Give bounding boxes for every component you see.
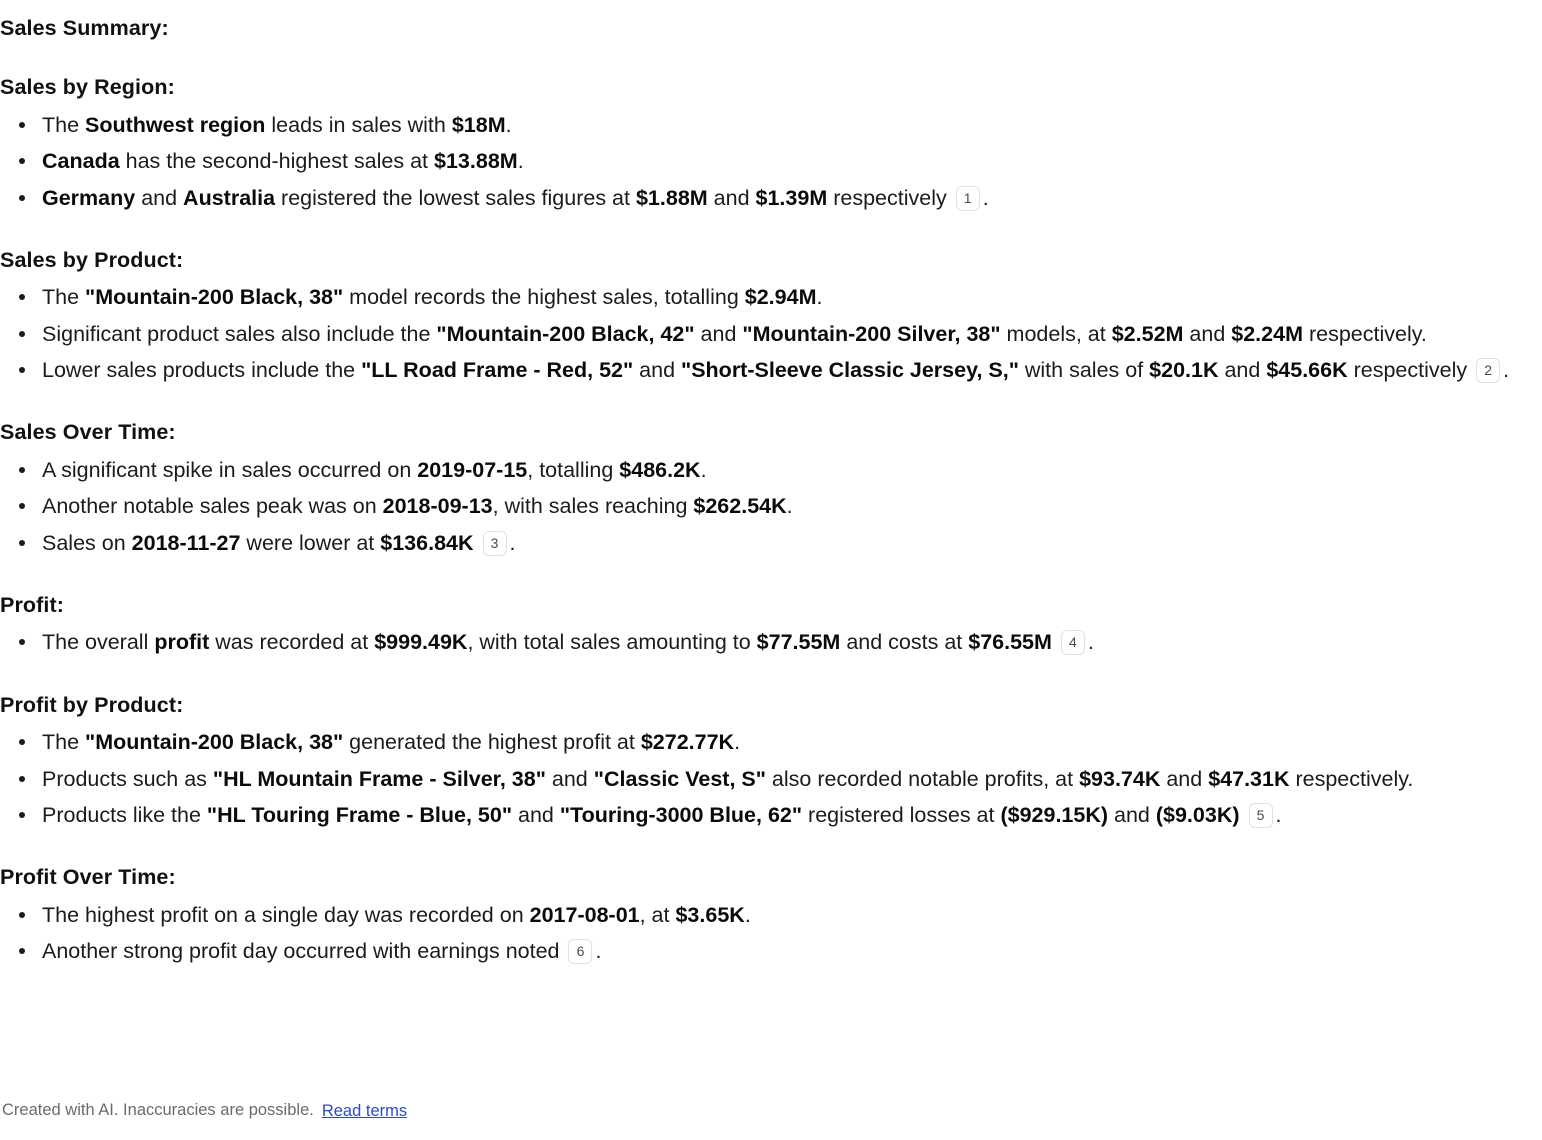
section-heading-sales-by-product: Sales by Product: [0,247,184,272]
emphasis-text: $18M [451,112,506,137]
list-item: Products such as "HL Mountain Frame - Si… [0,762,1526,796]
emphasis-text: "Touring-3000 Blue, 62" [559,802,803,827]
emphasis-text: $93.74K [1079,766,1161,791]
emphasis-text: $13.88M [434,149,518,174]
list-item: The overall profit was recorded at $999.… [0,625,1526,659]
emphasis-text: "LL Road Frame - Red, 52" [361,358,634,383]
bullet-list-sales-by-product: The "Mountain-200 Black, 38" model recor… [0,280,1526,387]
emphasis-text: $1.88M [635,185,708,210]
emphasis-text: $486.2K [619,457,701,482]
emphasis-text: ($9.03K) [1155,802,1240,827]
list-item: Lower sales products include the "LL Roa… [0,353,1526,387]
emphasis-text: "Classic Vest, S" [593,766,766,791]
footer-bar: Created with AI. Inaccuracies are possib… [0,1082,1542,1140]
summary-page: Sales Summary: Sales by Region: The South… [0,0,1542,1140]
emphasis-text: "Mountain-200 Black, 42" [436,321,695,346]
citation-badge-6[interactable]: 6 [568,939,593,965]
emphasis-text: $20.1K [1149,358,1219,383]
read-terms-link[interactable]: Read terms [322,1102,407,1121]
list-item: The highest profit on a single day was r… [0,898,1526,932]
section-profit: Profit: The overall profit was recorded a… [0,591,1526,660]
bullet-list-sales-by-region: The Southwest region leads in sales with… [0,108,1526,215]
emphasis-text: Canada [42,149,120,174]
section-heading-profit-over-time: Profit Over Time: [0,865,176,890]
emphasis-text: $262.54K [693,494,787,519]
emphasis-text: $272.77K [640,730,735,755]
list-item: Sales on 2018-11-27 were lower at $136.8… [0,526,1526,560]
list-item: Canada has the second-highest sales at $… [0,144,1526,178]
page-title: Sales Summary: [0,16,169,40]
list-item: Another notable sales peak was on 2018-0… [0,489,1526,523]
emphasis-text: "Short-Sleeve Classic Jersey, S," [681,358,1019,383]
emphasis-text: $3.65K [675,902,745,927]
emphasis-text: 2018-09-13 [382,494,493,519]
citation-badge-1[interactable]: 1 [955,185,980,211]
emphasis-text: Germany [42,185,136,210]
summary-content: Sales Summary: Sales by Region: The South… [0,0,1542,1082]
emphasis-text: "HL Mountain Frame - Silver, 38" [212,766,546,791]
section-heading-sales-over-time: Sales Over Time: [0,420,176,445]
citation-badge-5[interactable]: 5 [1248,802,1273,828]
section-heading-profit: Profit: [0,593,64,618]
emphasis-text: $76.55M [968,630,1052,655]
section-heading-profit-by-product: Profit by Product: [0,692,184,717]
section-heading-sales-by-region: Sales by Region: [0,75,175,100]
citation-badge-2[interactable]: 2 [1476,358,1501,384]
list-item: A significant spike in sales occurred on… [0,453,1526,487]
section-sales-over-time: Sales Over Time: A significant spike in s… [0,418,1526,560]
section-sales-by-region: Sales by Region: The Southwest region lea… [0,73,1526,215]
list-item: The "Mountain-200 Black, 38" model recor… [0,280,1526,314]
bullet-list-profit: The overall profit was recorded at $999.… [0,625,1526,659]
citation-badge-4[interactable]: 4 [1060,630,1085,656]
list-item: Another strong profit day occurred with … [0,934,1526,968]
citation-badge-3[interactable]: 3 [482,530,507,556]
list-item: The "Mountain-200 Black, 38" generated t… [0,725,1526,759]
section-profit-by-product: Profit by Product: The "Mountain-200 Blac… [0,691,1526,833]
emphasis-text: $47.31K [1208,766,1290,791]
bullet-list-profit-over-time: The highest profit on a single day was r… [0,898,1526,969]
list-item: Germany and Australia registered the low… [0,181,1526,215]
emphasis-text: $136.84K [380,530,474,555]
emphasis-text: ($929.15K) [1000,802,1109,827]
emphasis-text: 2017-08-01 [529,902,640,927]
section-sales-by-product: Sales by Product: The "Mountain-200 Black… [0,246,1526,388]
emphasis-text: 2019-07-15 [417,457,528,482]
emphasis-text: $999.49K [374,630,468,655]
emphasis-text: profit [154,630,210,655]
emphasis-text: "Mountain-200 Silver, 38" [742,321,1001,346]
bullet-list-profit-by-product: The "Mountain-200 Black, 38" generated t… [0,725,1526,832]
emphasis-text: Southwest region [85,112,266,137]
emphasis-text: $2.24M [1231,321,1303,346]
emphasis-text: "HL Touring Frame - Blue, 50" [206,802,513,827]
emphasis-text: $77.55M [756,630,841,655]
emphasis-text: Australia [183,185,276,210]
section-profit-over-time: Profit Over Time: The highest profit on a… [0,863,1526,968]
emphasis-text: "Mountain-200 Black, 38" [85,730,344,755]
emphasis-text: $2.52M [1111,321,1184,346]
list-item: The Southwest region leads in sales with… [0,108,1526,142]
emphasis-text: "Mountain-200 Black, 38" [85,285,344,310]
bullet-list-sales-over-time: A significant spike in sales occurred on… [0,453,1526,560]
emphasis-text: 2018-11-27 [131,530,241,555]
list-item: Products like the "HL Touring Frame - Bl… [0,798,1526,832]
emphasis-text: $2.94M [744,285,817,310]
sections-container: Sales by Region: The Southwest region lea… [0,73,1526,968]
list-item: Significant product sales also include t… [0,317,1526,351]
emphasis-text: $1.39M [755,185,828,210]
emphasis-text: $45.66K [1266,358,1348,383]
page-title-block: Sales Summary: [0,14,1526,42]
ai-disclaimer: Created with AI. Inaccuracies are possib… [2,1101,314,1120]
